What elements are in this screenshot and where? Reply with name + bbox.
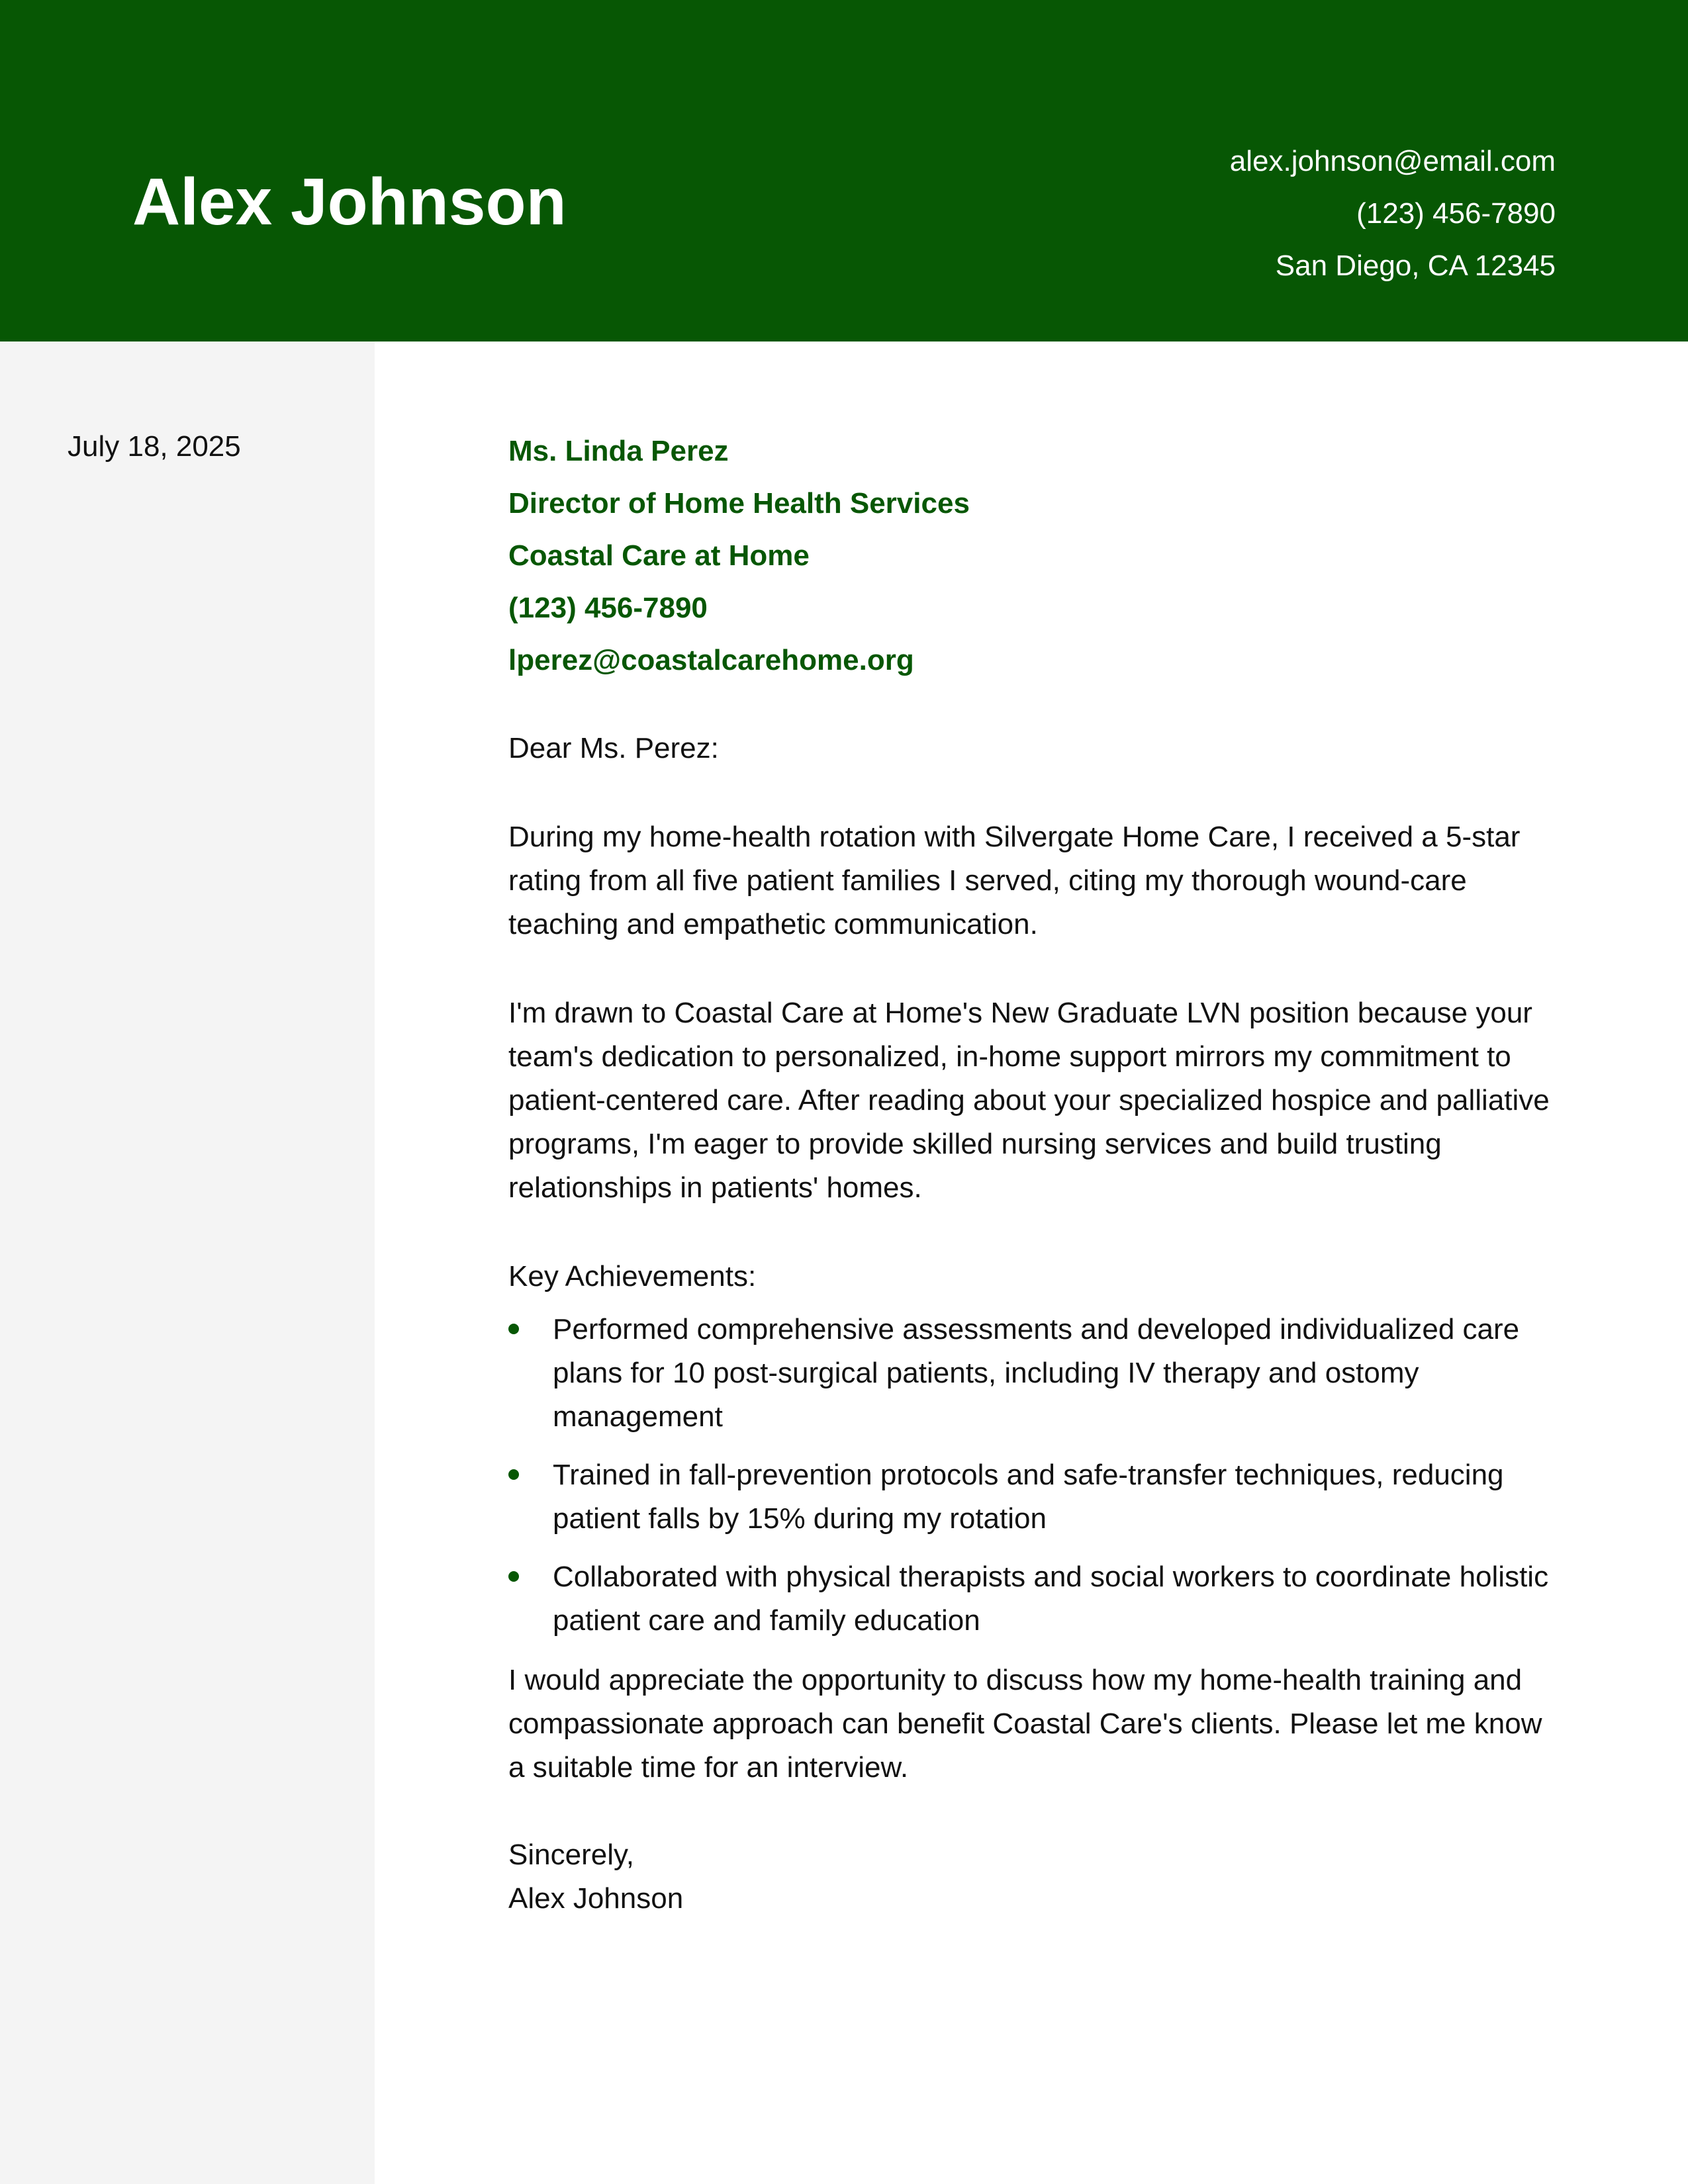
list-item: Collaborated with physical therapists an… — [508, 1555, 1561, 1643]
achievement-text: Trained in fall-prevention protocols and… — [553, 1459, 1504, 1535]
recipient-title: Director of Home Health Services — [508, 487, 970, 520]
letter-date: July 18, 2025 — [68, 430, 241, 463]
recipient-company: Coastal Care at Home — [508, 539, 810, 572]
achievements-list: Performed comprehensive assessments and … — [508, 1308, 1561, 1643]
bullet-icon — [508, 1469, 519, 1480]
applicant-phone: (123) 456-7890 — [1356, 197, 1556, 230]
sidebar — [0, 341, 375, 2184]
achievement-text: Collaborated with physical therapists an… — [553, 1561, 1549, 1637]
applicant-contact: alex.johnson@email.com (123) 456-7890 Sa… — [1230, 135, 1556, 292]
bullet-icon — [508, 1324, 519, 1334]
paragraph-opening: During my home-health rotation with Silv… — [508, 821, 1521, 940]
letter-body: Ms. Linda Perez Director of Home Health … — [508, 425, 1561, 1921]
recipient-phone: (123) 456-7890 — [508, 592, 708, 624]
recipient-email: lperez@coastalcarehome.org — [508, 644, 914, 676]
header-band: Alex Johnson alex.johnson@email.com (123… — [0, 0, 1688, 341]
paragraph-closing: I would appreciate the opportunity to di… — [508, 1664, 1542, 1784]
signature-name: Alex Johnson — [508, 1882, 684, 1915]
list-item: Performed comprehensive assessments and … — [508, 1308, 1561, 1439]
recipient-block: Ms. Linda Perez Director of Home Health … — [508, 425, 1561, 686]
achievements-heading: Key Achievements: — [508, 1260, 757, 1293]
bullet-icon — [508, 1571, 519, 1582]
cover-letter-page: Alex Johnson alex.johnson@email.com (123… — [0, 0, 1688, 2184]
applicant-email: alex.johnson@email.com — [1229, 145, 1556, 177]
applicant-location: San Diego, CA 12345 — [1275, 250, 1556, 282]
list-item: Trained in fall-prevention protocols and… — [508, 1453, 1561, 1541]
recipient-name: Ms. Linda Perez — [508, 435, 729, 467]
achievement-text: Performed comprehensive assessments and … — [553, 1313, 1520, 1433]
paragraph-motivation: I'm drawn to Coastal Care at Home's New … — [508, 997, 1550, 1204]
applicant-name: Alex Johnson — [132, 165, 567, 239]
salutation: Dear Ms. Perez: — [508, 732, 719, 764]
signoff: Sincerely, — [508, 1839, 634, 1871]
